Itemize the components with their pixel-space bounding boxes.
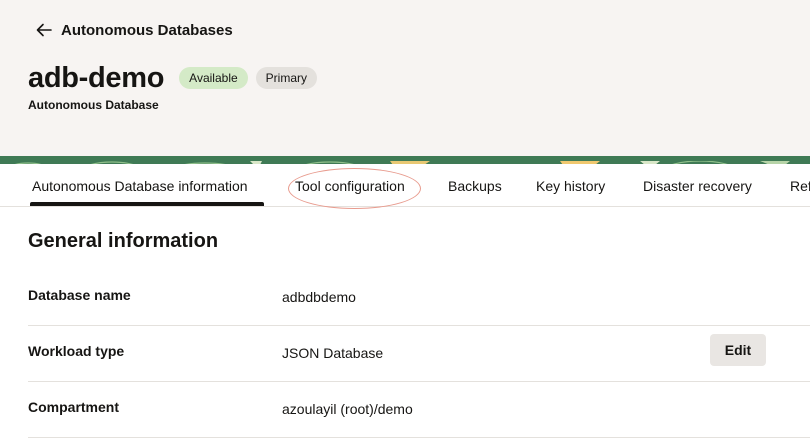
role-badge: Primary [255, 67, 317, 89]
tab-ref[interactable]: Ref [790, 164, 810, 206]
row-label: Workload type [28, 343, 125, 359]
active-tab-indicator [30, 202, 264, 206]
section-title: General information [28, 230, 219, 252]
title-row: adb-demo Available Primary [28, 58, 317, 98]
page-title: adb-demo [28, 62, 165, 94]
row-value: adbdbdemo [282, 289, 356, 305]
status-badge: Available [179, 67, 248, 89]
row-label: Database name [28, 287, 131, 303]
back-link[interactable]: Autonomous Databases [36, 18, 233, 42]
tab-disaster-recovery[interactable]: Disaster recovery [643, 164, 752, 206]
info-row-database-name: Database name adbdbdemo [28, 270, 810, 326]
edit-workload-type-button[interactable]: Edit [710, 334, 766, 366]
decorative-banner [0, 156, 810, 164]
row-label: Compartment [28, 399, 120, 415]
arrow-left-icon [36, 23, 52, 37]
tab-autonomous-database-information[interactable]: Autonomous Database information [32, 164, 248, 206]
tab-key-history[interactable]: Key history [536, 164, 605, 206]
info-row-compartment: Compartment azoulayil (root)/demo [28, 382, 810, 438]
page-subtitle: Autonomous Database [28, 98, 159, 112]
info-row-workload-type: Workload type JSON Database [28, 326, 810, 382]
highlight-annotation [288, 168, 421, 209]
page-header: Autonomous Databases adb-demo Available … [0, 0, 810, 156]
row-value: JSON Database [282, 345, 384, 361]
tab-backups[interactable]: Backups [448, 164, 502, 206]
back-link-label: Autonomous Databases [61, 21, 233, 39]
row-value: azoulayil (root)/demo [282, 401, 413, 417]
